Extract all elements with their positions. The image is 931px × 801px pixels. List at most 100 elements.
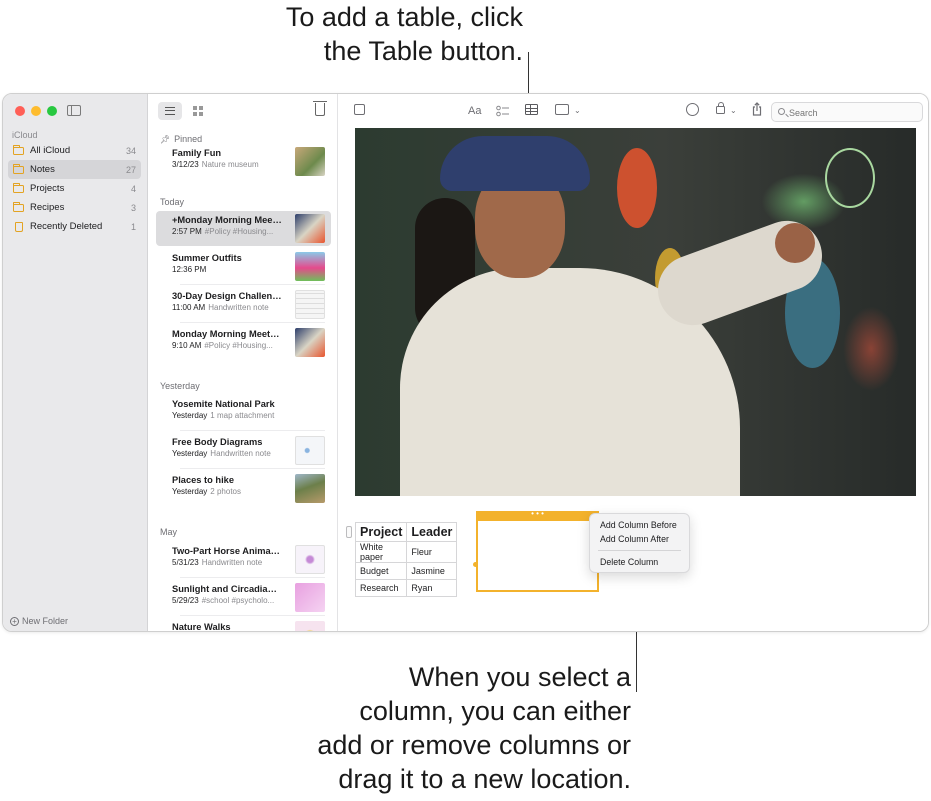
note-date: Yesterday: [172, 411, 208, 420]
note-item[interactable]: Nature Walks: [156, 618, 331, 631]
column-drag-handle[interactable]: • • •: [476, 510, 599, 521]
sidebar-item-projects[interactable]: Projects 4: [8, 179, 141, 198]
list-view-button[interactable]: [158, 102, 182, 120]
note-title: Free Body Diagrams: [172, 437, 263, 447]
group-header-may: May: [160, 527, 178, 537]
note-title: Summer Outfits: [172, 253, 242, 263]
new-folder-button[interactable]: + New Folder: [10, 616, 68, 626]
note-item[interactable]: Places to hike Yesterday 2 photos: [156, 471, 331, 506]
chevron-down-icon[interactable]: ⌄: [574, 106, 581, 115]
note-item[interactable]: 30-Day Design Challenge 11:00 AM Handwrit…: [156, 287, 331, 323]
sidebar-item-recipes[interactable]: Recipes 3: [8, 198, 141, 217]
table-cell[interactable]: White paper: [354, 541, 408, 563]
editor-toolbar: Aa ⌄ ⌄: [338, 94, 928, 128]
callout-text: column, you can either: [359, 696, 631, 726]
column-context-menu: Add Column Before Add Column After Delet…: [589, 513, 690, 573]
search-field[interactable]: [771, 102, 923, 122]
note-date: 9:10 AM: [172, 341, 202, 350]
callout-table-button: To add a table, click the Table button.: [180, 0, 523, 68]
new-folder-label: New Folder: [22, 616, 69, 626]
note-meta: 5/29/23 #school #psycholo...: [172, 596, 287, 605]
sidebar-item-notes[interactable]: Notes 27: [8, 160, 141, 179]
callout-text: To add a table, click: [285, 2, 523, 32]
table-header-cell[interactable]: Leader: [406, 522, 458, 542]
callout-text: When you select a: [408, 662, 631, 692]
checklist-icon[interactable]: [496, 105, 510, 117]
list-icon: [165, 107, 175, 115]
menu-item-add-column-after[interactable]: Add Column After: [590, 532, 689, 546]
menu-item-add-column-before[interactable]: Add Column Before: [590, 518, 689, 532]
table-cell[interactable]: Ryan: [406, 579, 458, 597]
note-snippet: Handwritten note: [201, 558, 263, 567]
group-header-yesterday: Yesterday: [160, 381, 200, 391]
note-meta: Yesterday 1 map attachment: [172, 411, 287, 420]
search-input[interactable]: [789, 105, 917, 120]
folder-count: 4: [130, 183, 136, 194]
folder-icon: [13, 182, 24, 193]
note-item[interactable]: Two-Part Horse Animation 5/31/23 Handwrit…: [156, 542, 331, 578]
sidebar-item-all-icloud[interactable]: All iCloud 34: [8, 141, 141, 160]
group-header-today: Today: [160, 197, 185, 207]
table-button[interactable]: [525, 104, 538, 115]
note-title: Places to hike: [172, 475, 235, 485]
divider: [180, 322, 325, 323]
gallery-view-button[interactable]: [186, 102, 210, 120]
delete-note-button[interactable]: [313, 101, 327, 116]
table-row: Budget Jasmine: [354, 562, 458, 580]
table-cell[interactable]: Jasmine: [406, 562, 458, 580]
table-header-cell[interactable]: Project: [354, 522, 408, 542]
table-cell[interactable]: Budget: [354, 562, 408, 580]
note-title: Sunlight and Circadian Rhythms: [172, 584, 282, 594]
table-cell[interactable]: Research: [354, 579, 408, 597]
note-item[interactable]: Monday Morning Meeting 9:10 AM #Policy #H…: [156, 325, 331, 360]
format-button[interactable]: Aa: [468, 105, 481, 117]
note-thumbnail: [295, 328, 325, 357]
sidebar-toggle-icon[interactable]: [67, 105, 81, 116]
note-item[interactable]: Summer Outfits 12:36 PM: [156, 249, 331, 285]
grid-icon: [193, 106, 203, 116]
folder-label: Recipes: [30, 202, 65, 213]
compose-icon[interactable]: [354, 104, 365, 115]
callout-text: add or remove columns or: [317, 730, 631, 760]
note-item[interactable]: Yosemite National Park Yesterday 1 map at…: [156, 395, 331, 431]
photo-detail: [825, 148, 875, 208]
note-snippet: 1 map attachment: [210, 411, 275, 420]
note-thumbnail: [295, 583, 325, 612]
note-item[interactable]: +Monday Morning Meeting 2:57 PM #Policy #…: [156, 211, 331, 246]
chevron-down-icon[interactable]: ⌄: [730, 106, 737, 115]
row-handle[interactable]: [346, 526, 352, 538]
sidebar-item-recently-deleted[interactable]: Recently Deleted 1: [8, 217, 141, 236]
lock-icon[interactable]: [716, 102, 725, 114]
table-cell[interactable]: Fleur: [406, 541, 458, 563]
note-date: 5/29/23: [172, 596, 199, 605]
note-title: 30-Day Design Challenge: [172, 291, 282, 301]
minimize-button[interactable]: [31, 106, 41, 116]
share-icon[interactable]: [752, 102, 762, 116]
note-thumbnail: [295, 545, 325, 574]
divider: [180, 430, 325, 431]
photo-detail: [617, 148, 657, 228]
folder-label: Projects: [30, 183, 65, 194]
note-date: Yesterday: [172, 487, 208, 496]
plus-circle-icon: +: [10, 616, 19, 626]
collaborate-icon[interactable]: [686, 103, 699, 116]
note-item[interactable]: Sunlight and Circadian Rhythms 5/29/23#s…: [156, 580, 331, 616]
close-button[interactable]: [15, 106, 25, 116]
menu-item-delete-column[interactable]: Delete Column: [590, 555, 689, 569]
column-resize-dot[interactable]: [473, 562, 478, 567]
menu-divider: [598, 550, 681, 551]
note-title: +Monday Morning Meeting: [172, 215, 282, 225]
zoom-button[interactable]: [47, 106, 57, 116]
media-icon[interactable]: [555, 104, 569, 115]
callout-text: the Table button.: [323, 36, 523, 66]
table-grid: Project Leader White paper Fleur Budget …: [354, 522, 458, 597]
folder-label: All iCloud: [30, 145, 71, 156]
note-date: 5/31/23: [172, 558, 199, 567]
group-label: Pinned: [174, 134, 203, 144]
folder-list: All iCloud 34 Notes 27 Projects 4 Recipe…: [8, 141, 141, 236]
note-date: 2:57 PM: [172, 227, 202, 236]
note-item[interactable]: Free Body Diagrams Yesterday Handwritten …: [156, 433, 331, 469]
note-thumbnail: [295, 436, 325, 465]
note-thumbnail: [295, 290, 325, 319]
note-item[interactable]: Family Fun 3/12/23 Nature museum: [156, 144, 331, 179]
